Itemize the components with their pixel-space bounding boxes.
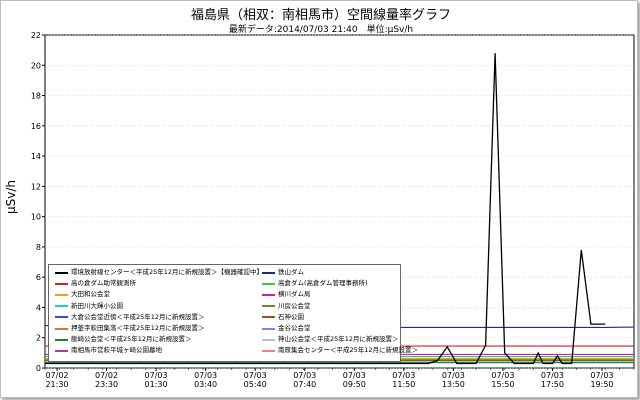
legend-label: 高の倉ダム助常観測所 [71, 279, 136, 288]
legend-label: 川房公会堂 [278, 301, 311, 310]
legend-label: 新田川大輝小公園 [71, 301, 123, 310]
x-tick-label-date: 07/03 [442, 371, 465, 380]
x-tick-label-date: 07/03 [392, 371, 415, 380]
legend-label: 鉄山ダム [278, 268, 304, 276]
y-tick-label: 8 [36, 243, 41, 252]
legend-swatch [55, 305, 68, 308]
chart-frame: 福島県（相双：南相馬市）空間線量率グラフ 最新データ:2014/07/03 21… [0, 0, 638, 398]
legend-item: 高倉ダム(高倉ダム管理事務所) [262, 279, 368, 288]
legend-item: 新田川大輝小公園 [55, 302, 123, 311]
legend-label: 石神公園 [278, 312, 304, 321]
legend-label: 高倉ダム(高倉ダム管理事務所) [278, 279, 368, 288]
x-tick-label-time: 11:50 [392, 380, 415, 389]
legend: 環境放射線センター＜平成25年12月に新規設置＞【機器確認中】 鉄山ダム高の倉ダム… [48, 264, 418, 362]
x-tick-label-time: 19:50 [590, 380, 613, 389]
legend-swatch [55, 349, 68, 352]
y-tick-label: 4 [36, 303, 41, 312]
x-tick-label-date: 07/03 [590, 371, 613, 380]
legend-label: 金谷公会堂 [278, 324, 311, 332]
x-tick-label-date: 07/02 [45, 371, 68, 380]
legend-label: 押釜字萩田集落＜平成25年12月に新規設置＞ [71, 324, 205, 332]
legend-label: 飯崎公会堂＜平成25年12月に新規設置＞ [71, 335, 192, 344]
y-tick-label: 18 [31, 92, 41, 101]
legend-label: 南原集会センター＜平成25年12月に新規設置＞ [278, 346, 419, 355]
legend-swatch [55, 338, 68, 341]
legend-label: 神山公会堂＜平成25年12月に新規設置＞ [278, 335, 399, 344]
y-tick-label: 10 [31, 213, 41, 222]
y-tick-label: 16 [31, 122, 41, 131]
x-tick-label-time: 01:30 [145, 380, 168, 389]
x-tick-label-date: 07/03 [145, 371, 168, 380]
x-tick-label-time: 13:50 [442, 380, 465, 389]
legend-label: 南相馬市営萩平城ヶ崎公園墓地 [71, 346, 162, 355]
x-tick-label-date: 07/02 [95, 371, 118, 380]
legend-swatch [262, 271, 275, 274]
legend-swatch [262, 293, 275, 296]
y-tick-label: 14 [31, 152, 41, 161]
legend-swatch [262, 338, 275, 341]
legend-label: 大倉公会堂近傍＜平成25年12月に新規設置＞ [71, 312, 205, 321]
x-tick-label-time: 03:40 [194, 380, 217, 389]
x-tick-label-time: 15:50 [491, 380, 514, 389]
legend-item: 石神公園 [262, 313, 304, 322]
legend-item: 環境放射線センター＜平成25年12月に新規設置＞【機器確認中】 [55, 268, 263, 277]
x-tick-label-time: 23:30 [95, 380, 118, 389]
legend-item: 大倉公会堂近傍＜平成25年12月に新規設置＞ [55, 313, 205, 322]
legend-swatch [55, 282, 68, 285]
x-tick-label-time: 21:30 [45, 380, 68, 389]
legend-item: 横川ダム局 [262, 290, 311, 299]
legend-item: 南原集会センター＜平成25年12月に新規設置＞ [262, 346, 418, 355]
y-tick-label: 12 [31, 182, 41, 191]
legend-item: 南相馬市営萩平城ヶ崎公園墓地 [55, 346, 162, 355]
y-tick-label: 6 [36, 273, 41, 282]
x-tick-label-time: 17:50 [541, 380, 564, 389]
legend-item: 大田和公会堂 [55, 290, 110, 299]
legend-item: 押釜字萩田集落＜平成25年12月に新規設置＞ [55, 324, 205, 333]
x-tick-label-time: 09:50 [343, 380, 366, 389]
y-tick-label: 20 [31, 61, 41, 70]
legend-swatch [55, 327, 68, 330]
legend-item: 川房公会堂 [262, 302, 311, 311]
x-tick-label-date: 07/03 [194, 371, 217, 380]
legend-label: 横川ダム局 [278, 290, 311, 299]
y-axis-label: μSv/h [4, 180, 18, 214]
legend-item: 鉄山ダム [262, 268, 304, 277]
legend-swatch [55, 293, 68, 296]
y-tick-label: 22 [31, 31, 41, 40]
legend-label: 環境放射線センター＜平成25年12月に新規設置＞【機器確認中】 [71, 268, 264, 276]
legend-swatch [55, 316, 68, 319]
legend-label: 大田和公会堂 [71, 290, 110, 299]
x-tick-label-date: 07/03 [541, 371, 564, 380]
legend-swatch [262, 282, 275, 285]
legend-swatch [262, 349, 275, 352]
y-tick-label: 0 [36, 364, 41, 373]
legend-item: 神山公会堂＜平成25年12月に新規設置＞ [262, 335, 399, 344]
legend-swatch [262, 327, 275, 330]
legend-swatch [262, 305, 275, 308]
legend-item: 飯崎公会堂＜平成25年12月に新規設置＞ [55, 335, 192, 344]
x-tick-label-date: 07/03 [343, 371, 366, 380]
legend-item: 金谷公会堂 [262, 324, 311, 333]
legend-item: 高の倉ダム助常観測所 [55, 279, 136, 288]
legend-swatch [262, 316, 275, 319]
x-tick-label-date: 07/03 [491, 371, 514, 380]
legend-swatch [55, 271, 68, 274]
x-tick-label-time: 07:40 [293, 380, 316, 389]
x-tick-label-date: 07/03 [244, 371, 267, 380]
x-tick-label-time: 05:40 [244, 380, 267, 389]
x-tick-label-date: 07/03 [293, 371, 316, 380]
y-tick-label: 2 [36, 334, 41, 343]
